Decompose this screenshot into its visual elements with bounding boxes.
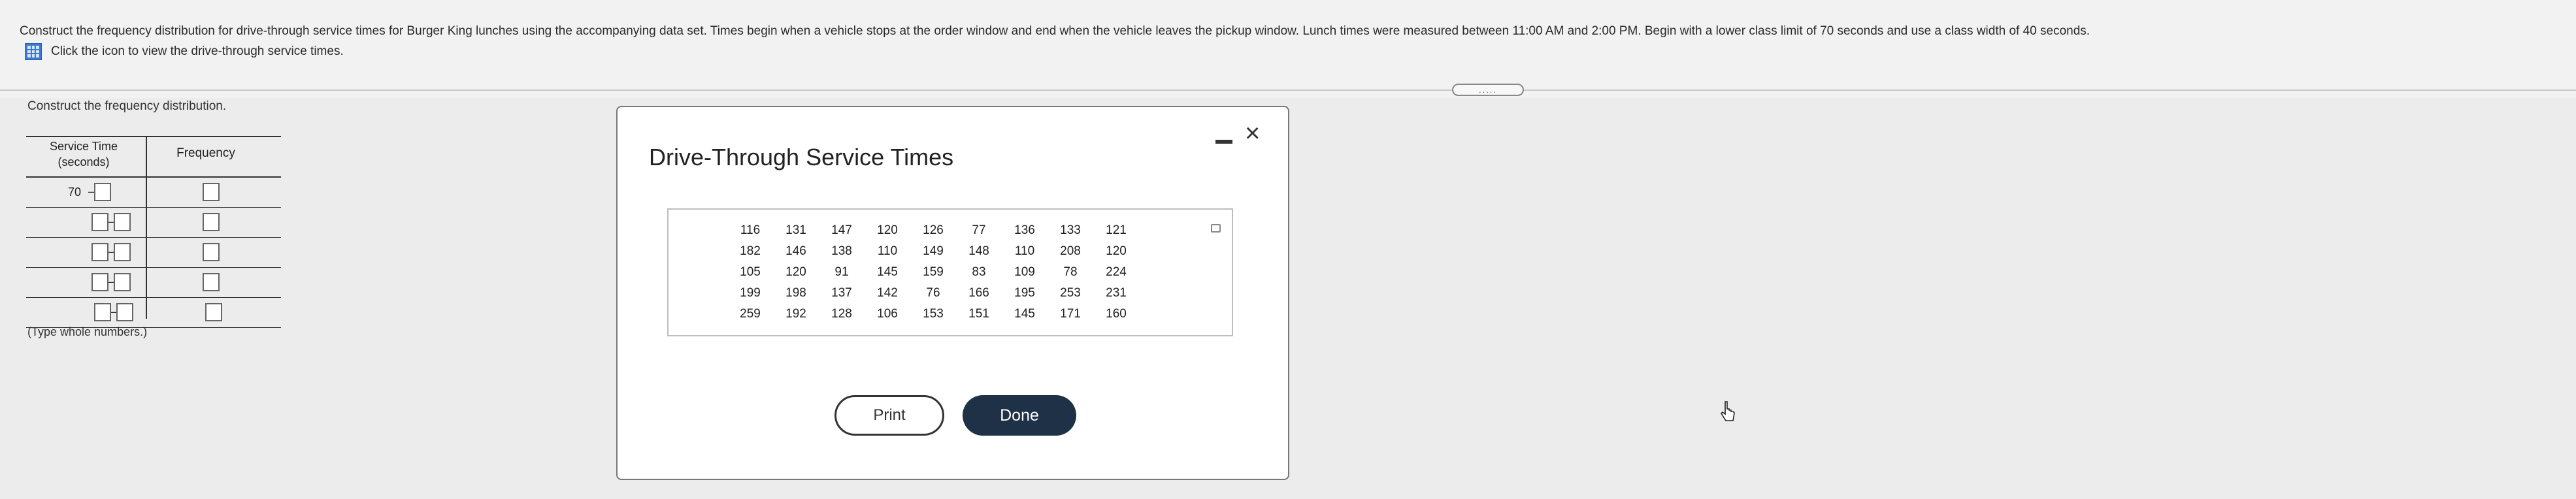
data-set-box: 116 131 147 120 126 77 136 133 121 182 146 138 110 14… <box>667 208 1233 336</box>
data-cell: 120 <box>1106 244 1127 258</box>
data-row: 259 192 128 106 153 151 145 171 160 <box>727 304 1139 325</box>
data-cell: 145 <box>877 265 898 279</box>
data-cell: 126 <box>923 223 944 237</box>
data-cell: 110 <box>1014 244 1035 258</box>
modal-title: Drive-Through Service Times <box>649 144 954 170</box>
data-cell: 121 <box>1106 223 1127 237</box>
data-cell: 110 <box>877 244 898 258</box>
data-row: 199 198 137 142 76 166 195 253 231 <box>727 283 1139 304</box>
data-cell: 109 <box>1014 265 1035 279</box>
data-icon-link-text[interactable]: Click the icon to view the drive-through… <box>51 44 344 59</box>
data-modal: Drive-Through Service Times × 116 131 147 1… <box>616 106 1289 480</box>
data-cell: 106 <box>877 307 898 321</box>
table-top-rule <box>26 136 281 137</box>
data-cell: 147 <box>831 223 852 237</box>
data-cell: 136 <box>1014 223 1035 237</box>
data-cell: 166 <box>968 286 989 300</box>
more-indicator[interactable]: ..... <box>1452 84 1524 96</box>
data-cell: 78 <box>1063 265 1078 279</box>
service-times-table: 116 131 147 120 126 77 136 133 121 182 146 138 110 14… <box>727 220 1139 325</box>
frequency-input[interactable] <box>203 213 220 231</box>
problem-instructions: Construct the frequency distribution for… <box>20 24 2090 38</box>
data-cell: 137 <box>831 286 852 300</box>
data-cell: 148 <box>968 244 989 258</box>
data-cell: 182 <box>740 244 761 258</box>
data-cell: 76 <box>926 286 940 300</box>
data-cell: 142 <box>877 286 898 300</box>
frequency-input[interactable] <box>203 243 220 261</box>
data-row: 105 120 91 145 159 83 109 78 224 <box>727 262 1139 283</box>
mouse-cursor-icon <box>1720 401 1735 421</box>
data-cell: 91 <box>834 265 849 279</box>
data-cell: 146 <box>785 244 806 258</box>
data-cell: 116 <box>740 223 761 237</box>
top-bar <box>0 0 2576 98</box>
frequency-input[interactable] <box>203 273 220 291</box>
lower-limit-input[interactable] <box>94 303 111 321</box>
minimize-button[interactable] <box>1215 140 1232 144</box>
upper-limit-input[interactable] <box>114 273 131 291</box>
data-cell: 83 <box>972 265 986 279</box>
data-cell: 231 <box>1106 286 1127 300</box>
upper-limit-input[interactable] <box>114 243 131 261</box>
upper-limit-input[interactable] <box>116 303 133 321</box>
data-cell: 138 <box>831 244 852 258</box>
data-cell: 77 <box>972 223 986 237</box>
data-cell: 199 <box>740 286 761 300</box>
data-cell: 192 <box>785 307 806 321</box>
data-cell: 149 <box>923 244 944 258</box>
lower-limit-input[interactable] <box>91 213 108 231</box>
data-cell: 224 <box>1106 265 1127 279</box>
data-cell: 105 <box>740 265 761 279</box>
service-time-header-line2: (seconds) <box>58 155 110 169</box>
lower-limit-70: 70 <box>68 185 82 199</box>
data-cell: 153 <box>923 307 944 321</box>
service-time-header: Service Time (seconds) <box>35 138 132 170</box>
class-row-3: – <box>26 238 281 268</box>
data-cell: 159 <box>923 265 944 279</box>
data-cell: 131 <box>785 223 806 237</box>
class-row-4: – <box>26 268 281 298</box>
done-button[interactable]: Done <box>963 395 1076 436</box>
frequency-header: Frequency <box>176 146 235 160</box>
data-cell: 120 <box>877 223 898 237</box>
data-cell: 259 <box>740 307 761 321</box>
data-icon-link[interactable]: Click the icon to view the drive-through… <box>25 43 344 60</box>
data-cell: 208 <box>1060 244 1081 258</box>
table-grid-icon[interactable] <box>25 43 42 60</box>
data-row: 182 146 138 110 149 148 110 208 120 <box>727 241 1139 262</box>
data-cell: 120 <box>785 265 806 279</box>
lower-limit-input[interactable] <box>91 273 108 291</box>
whole-numbers-hint: (Type whole numbers.) <box>27 325 148 338</box>
section-divider <box>0 89 2576 91</box>
data-cell: 253 <box>1060 286 1081 300</box>
data-cell: 128 <box>831 307 852 321</box>
data-cell: 171 <box>1060 307 1081 321</box>
copy-icon[interactable] <box>1211 224 1221 233</box>
service-time-header-line1: Service Time <box>49 140 118 153</box>
class-row-5: – <box>26 298 281 328</box>
left-panel-label: Construct the frequency distribution. <box>27 99 227 113</box>
upper-limit-input[interactable] <box>114 213 131 231</box>
print-button[interactable]: Print <box>834 395 944 436</box>
data-cell: 151 <box>968 307 989 321</box>
close-icon[interactable]: × <box>1245 120 1260 146</box>
frequency-input[interactable] <box>203 183 220 201</box>
upper-limit-input[interactable] <box>94 183 111 201</box>
data-cell: 195 <box>1014 286 1035 300</box>
data-cell: 133 <box>1060 223 1081 237</box>
class-row-1: 70 – <box>26 178 281 208</box>
data-cell: 145 <box>1014 307 1035 321</box>
data-cell: 160 <box>1106 307 1127 321</box>
data-cell: 198 <box>785 286 806 300</box>
lower-limit-input[interactable] <box>91 243 108 261</box>
data-row: 116 131 147 120 126 77 136 133 121 <box>727 220 1139 241</box>
class-row-2: – <box>26 208 281 238</box>
frequency-input[interactable] <box>205 303 222 321</box>
